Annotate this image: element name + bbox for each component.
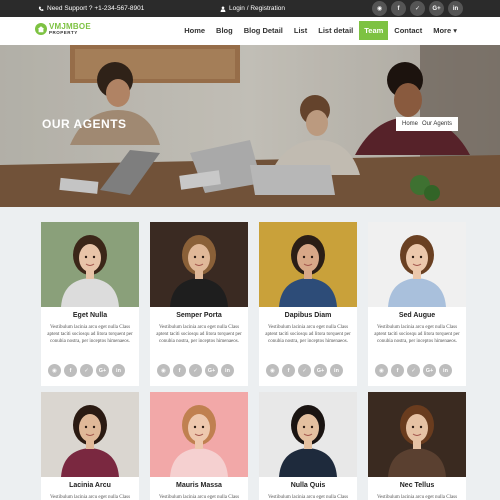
breadcrumb-current: Our Agents xyxy=(422,121,453,127)
agent-photo[interactable] xyxy=(259,392,357,477)
login-text[interactable]: Login / Registration xyxy=(229,5,285,12)
rss-icon[interactable]: ◉ xyxy=(157,364,170,377)
nav-item-blog[interactable]: Blog xyxy=(211,21,238,40)
breadcrumb-home[interactable]: Home xyxy=(402,121,418,127)
rss-icon[interactable]: ◉ xyxy=(372,1,387,16)
agent-card: Nulla Quis Vestibulum lacinia arcu eget … xyxy=(259,392,357,500)
nav-item-blog-detail[interactable]: Blog Detail xyxy=(239,21,288,40)
agent-name[interactable]: Nulla Quis xyxy=(259,482,357,489)
header: VMJMBOE PROPERTY Home Blog Blog Detail List… xyxy=(0,17,500,45)
agent-photo[interactable] xyxy=(150,392,248,477)
rss-icon[interactable]: ◉ xyxy=(375,364,388,377)
twitter-icon[interactable]: ✓ xyxy=(407,364,420,377)
agent-card: Dapibus Diam Vestibulum lacinia arcu ege… xyxy=(259,222,357,386)
agent-social-links: ◉ f ✓ G+ in xyxy=(375,364,452,377)
support-text: Need Support ? +1-234-567-8901 xyxy=(47,5,145,12)
google-plus-icon[interactable]: G+ xyxy=(205,364,218,377)
agent-photo[interactable] xyxy=(41,222,139,307)
agent-description: Vestibulum lacinia arcu eget nulla Class… xyxy=(158,495,240,500)
agent-name[interactable]: Mauris Massa xyxy=(150,482,248,489)
main-nav: Home Blog Blog Detail List List detail Team Co… xyxy=(178,21,462,40)
agent-description: Vestibulum lacinia arcu eget nulla Class… xyxy=(267,495,349,500)
agent-description: Vestibulum lacinia arcu eget nulla Class… xyxy=(49,495,131,500)
agent-photo[interactable] xyxy=(259,222,357,307)
agent-name[interactable]: Lacinia Arcu xyxy=(41,482,139,489)
support-info: Need Support ? +1-234-567-8901 xyxy=(38,5,144,12)
linkedin-icon[interactable]: in xyxy=(221,364,234,377)
agent-photo[interactable] xyxy=(150,222,248,307)
rss-icon[interactable]: ◉ xyxy=(48,364,61,377)
page-title: OUR AGENTS xyxy=(42,117,127,131)
facebook-icon[interactable]: f xyxy=(391,1,406,16)
twitter-icon[interactable]: ✓ xyxy=(298,364,311,377)
linkedin-icon[interactable]: in xyxy=(439,364,452,377)
agent-photo[interactable] xyxy=(41,392,139,477)
agent-description: Vestibulum lacinia arcu eget nulla Class… xyxy=(47,325,133,345)
agent-card: Lacinia Arcu Vestibulum lacinia arcu ege… xyxy=(41,392,139,500)
logo-subtitle: PROPERTY xyxy=(49,30,78,35)
agent-name[interactable]: Sed Augue xyxy=(368,312,466,319)
agent-description: Vestibulum lacinia arcu eget nulla Class… xyxy=(374,325,460,345)
logo-icon xyxy=(35,23,47,36)
facebook-icon[interactable]: f xyxy=(391,364,404,377)
agent-social-links: ◉ f ✓ G+ in xyxy=(157,364,234,377)
top-bar: Need Support ? +1-234-567-8901 Login / R… xyxy=(0,0,500,17)
google-plus-icon[interactable]: G+ xyxy=(423,364,436,377)
twitter-icon[interactable]: ✓ xyxy=(80,364,93,377)
agent-card: Sed Augue Vestibulum lacinia arcu eget n… xyxy=(368,222,466,386)
agent-description: Vestibulum lacinia arcu eget nulla Class… xyxy=(265,325,351,345)
agent-social-links: ◉ f ✓ G+ in xyxy=(266,364,343,377)
linkedin-icon[interactable]: in xyxy=(112,364,125,377)
breadcrumb: Home Our Agents xyxy=(396,117,459,131)
agent-card: Nec Tellus Vestibulum lacinia arcu eget … xyxy=(368,392,466,500)
agent-name[interactable]: Nec Tellus xyxy=(368,482,466,489)
nav-item-team[interactable]: Team xyxy=(359,21,389,40)
agent-description: Vestibulum lacinia arcu eget nulla Class… xyxy=(156,325,242,345)
agent-card: Mauris Massa Vestibulum lacinia arcu ege… xyxy=(150,392,248,500)
top-social-links: ◉ f ✓ G+ in xyxy=(372,1,463,16)
phone-icon xyxy=(38,6,44,11)
google-plus-icon[interactable]: G+ xyxy=(96,364,109,377)
agent-description: Vestibulum lacinia arcu eget nulla Class… xyxy=(376,495,458,500)
agent-social-links: ◉ f ✓ G+ in xyxy=(48,364,125,377)
agent-photo[interactable] xyxy=(368,392,466,477)
agent-name[interactable]: Dapibus Diam xyxy=(259,312,357,319)
user-icon xyxy=(220,5,226,12)
nav-item-list[interactable]: List xyxy=(289,21,312,40)
twitter-icon[interactable]: ✓ xyxy=(189,364,202,377)
agent-card: Semper Porta Vestibulum lacinia arcu ege… xyxy=(150,222,248,386)
linkedin-icon[interactable]: in xyxy=(330,364,343,377)
nav-item-home[interactable]: Home xyxy=(179,21,210,40)
nav-item-contact[interactable]: Contact xyxy=(389,21,427,40)
rss-icon[interactable]: ◉ xyxy=(266,364,279,377)
facebook-icon[interactable]: f xyxy=(282,364,295,377)
login-link[interactable]: Login / Registration xyxy=(220,5,285,12)
agent-name[interactable]: Eget Nulla xyxy=(41,312,139,319)
agent-card: Eget Nulla Vestibulum lacinia arcu eget … xyxy=(41,222,139,386)
agent-name[interactable]: Semper Porta xyxy=(150,312,248,319)
twitter-icon[interactable]: ✓ xyxy=(410,1,425,16)
facebook-icon[interactable]: f xyxy=(64,364,77,377)
logo[interactable]: VMJMBOE PROPERTY xyxy=(35,23,91,36)
facebook-icon[interactable]: f xyxy=(173,364,186,377)
google-plus-icon[interactable]: G+ xyxy=(314,364,327,377)
linkedin-icon[interactable]: in xyxy=(448,1,463,16)
agent-photo[interactable] xyxy=(368,222,466,307)
nav-item-more[interactable]: More ▾ xyxy=(428,21,462,40)
hero-banner: OUR AGENTS Home Our Agents xyxy=(0,45,500,207)
google-plus-icon[interactable]: G+ xyxy=(429,1,444,16)
nav-item-list-detail[interactable]: List detail xyxy=(313,21,358,40)
